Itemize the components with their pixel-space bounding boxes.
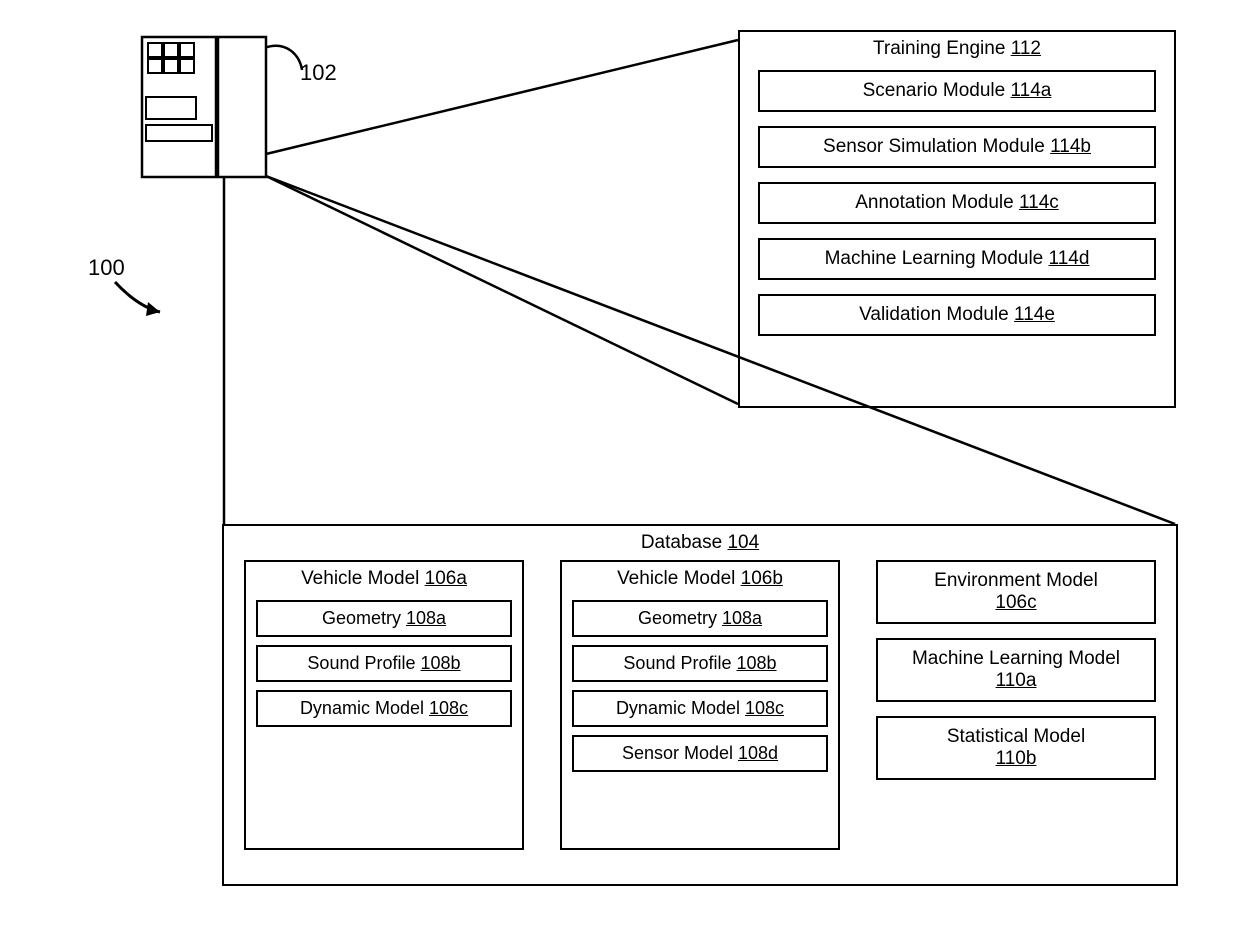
vehicle-b-sensor: Sensor Model 108d xyxy=(572,735,828,772)
diagram-canvas: 100 102 Training Engine 112 Scenario Mod… xyxy=(0,0,1240,927)
vehicle-model-a: Vehicle Model 106a Geometry 108a Sound P… xyxy=(244,560,524,850)
computer-icon xyxy=(140,35,270,180)
stack-label: Machine Learning Model xyxy=(884,648,1148,670)
item-ref: 108a xyxy=(722,608,762,628)
vehicle-a-ref: 106a xyxy=(425,568,467,589)
item-ref: 108b xyxy=(421,653,461,673)
database-box: Database 104 Vehicle Model 106a Geometry… xyxy=(222,524,1178,886)
vehicle-b-items: Geometry 108a Sound Profile 108b Dynamic… xyxy=(562,594,838,782)
module-ml: Machine Learning Module 114d xyxy=(758,238,1156,280)
module-ref: 114a xyxy=(1011,80,1052,101)
vehicle-a-dynamic: Dynamic Model 108c xyxy=(256,690,512,727)
module-ref: 114e xyxy=(1014,304,1055,325)
module-label: Annotation Module xyxy=(855,192,1013,213)
vehicle-b-sound: Sound Profile 108b xyxy=(572,645,828,682)
computer-ref-102: 102 xyxy=(300,60,337,86)
training-engine-ref: 112 xyxy=(1011,38,1041,59)
vehicle-a-title-text: Vehicle Model xyxy=(301,568,419,589)
training-engine-title: Training Engine 112 xyxy=(740,32,1174,60)
vehicle-b-ref: 106b xyxy=(741,568,783,589)
training-engine-title-text: Training Engine xyxy=(873,38,1005,59)
module-ref: 114d xyxy=(1049,248,1090,269)
module-scenario: Scenario Module 114a xyxy=(758,70,1156,112)
environment-model: Environment Model 106c xyxy=(876,560,1156,624)
module-label: Validation Module xyxy=(859,304,1009,325)
ml-model: Machine Learning Model 110a xyxy=(876,638,1156,702)
database-col3: Environment Model 106c Machine Learning … xyxy=(876,560,1156,850)
vehicle-b-title-text: Vehicle Model xyxy=(617,568,735,589)
database-ref: 104 xyxy=(727,532,759,553)
vehicle-a-items: Geometry 108a Sound Profile 108b Dynamic… xyxy=(246,594,522,737)
vehicle-a-title: Vehicle Model 106a xyxy=(246,562,522,594)
module-annotation: Annotation Module 114c xyxy=(758,182,1156,224)
stack-label: Statistical Model xyxy=(884,726,1148,748)
item-ref: 108c xyxy=(429,698,468,718)
item-ref: 108a xyxy=(406,608,446,628)
item-label: Dynamic Model xyxy=(616,698,740,718)
item-ref: 108b xyxy=(737,653,777,673)
vehicle-a-geometry: Geometry 108a xyxy=(256,600,512,637)
item-label: Geometry xyxy=(322,608,401,628)
module-label: Machine Learning Module xyxy=(825,248,1044,269)
module-label: Scenario Module xyxy=(863,80,1006,101)
stack-ref: 110a xyxy=(884,670,1148,692)
database-title: Database 104 xyxy=(224,526,1176,554)
figure-ref-100: 100 xyxy=(88,255,125,281)
training-engine-modules: Scenario Module 114a Sensor Simulation M… xyxy=(740,60,1174,352)
vehicle-model-b: Vehicle Model 106b Geometry 108a Sound P… xyxy=(560,560,840,850)
vehicle-b-geometry: Geometry 108a xyxy=(572,600,828,637)
module-sensor-sim: Sensor Simulation Module 114b xyxy=(758,126,1156,168)
stack-ref: 106c xyxy=(884,592,1148,614)
item-ref: 108c xyxy=(745,698,784,718)
item-label: Geometry xyxy=(638,608,717,628)
database-title-text: Database xyxy=(641,532,722,553)
item-label: Dynamic Model xyxy=(300,698,424,718)
database-columns: Vehicle Model 106a Geometry 108a Sound P… xyxy=(224,554,1176,866)
module-ref: 114b xyxy=(1050,136,1091,157)
module-label: Sensor Simulation Module xyxy=(823,136,1045,157)
item-label: Sound Profile xyxy=(623,653,731,673)
vehicle-b-dynamic: Dynamic Model 108c xyxy=(572,690,828,727)
module-ref: 114c xyxy=(1019,192,1059,213)
stack-label: Environment Model xyxy=(884,570,1148,592)
training-engine-box: Training Engine 112 Scenario Module 114a… xyxy=(738,30,1176,408)
statistical-model: Statistical Model 110b xyxy=(876,716,1156,780)
module-validation: Validation Module 114e xyxy=(758,294,1156,336)
vehicle-a-sound: Sound Profile 108b xyxy=(256,645,512,682)
item-ref: 108d xyxy=(738,743,778,763)
vehicle-b-title: Vehicle Model 106b xyxy=(562,562,838,594)
item-label: Sound Profile xyxy=(307,653,415,673)
stack-ref: 110b xyxy=(884,748,1148,770)
item-label: Sensor Model xyxy=(622,743,733,763)
